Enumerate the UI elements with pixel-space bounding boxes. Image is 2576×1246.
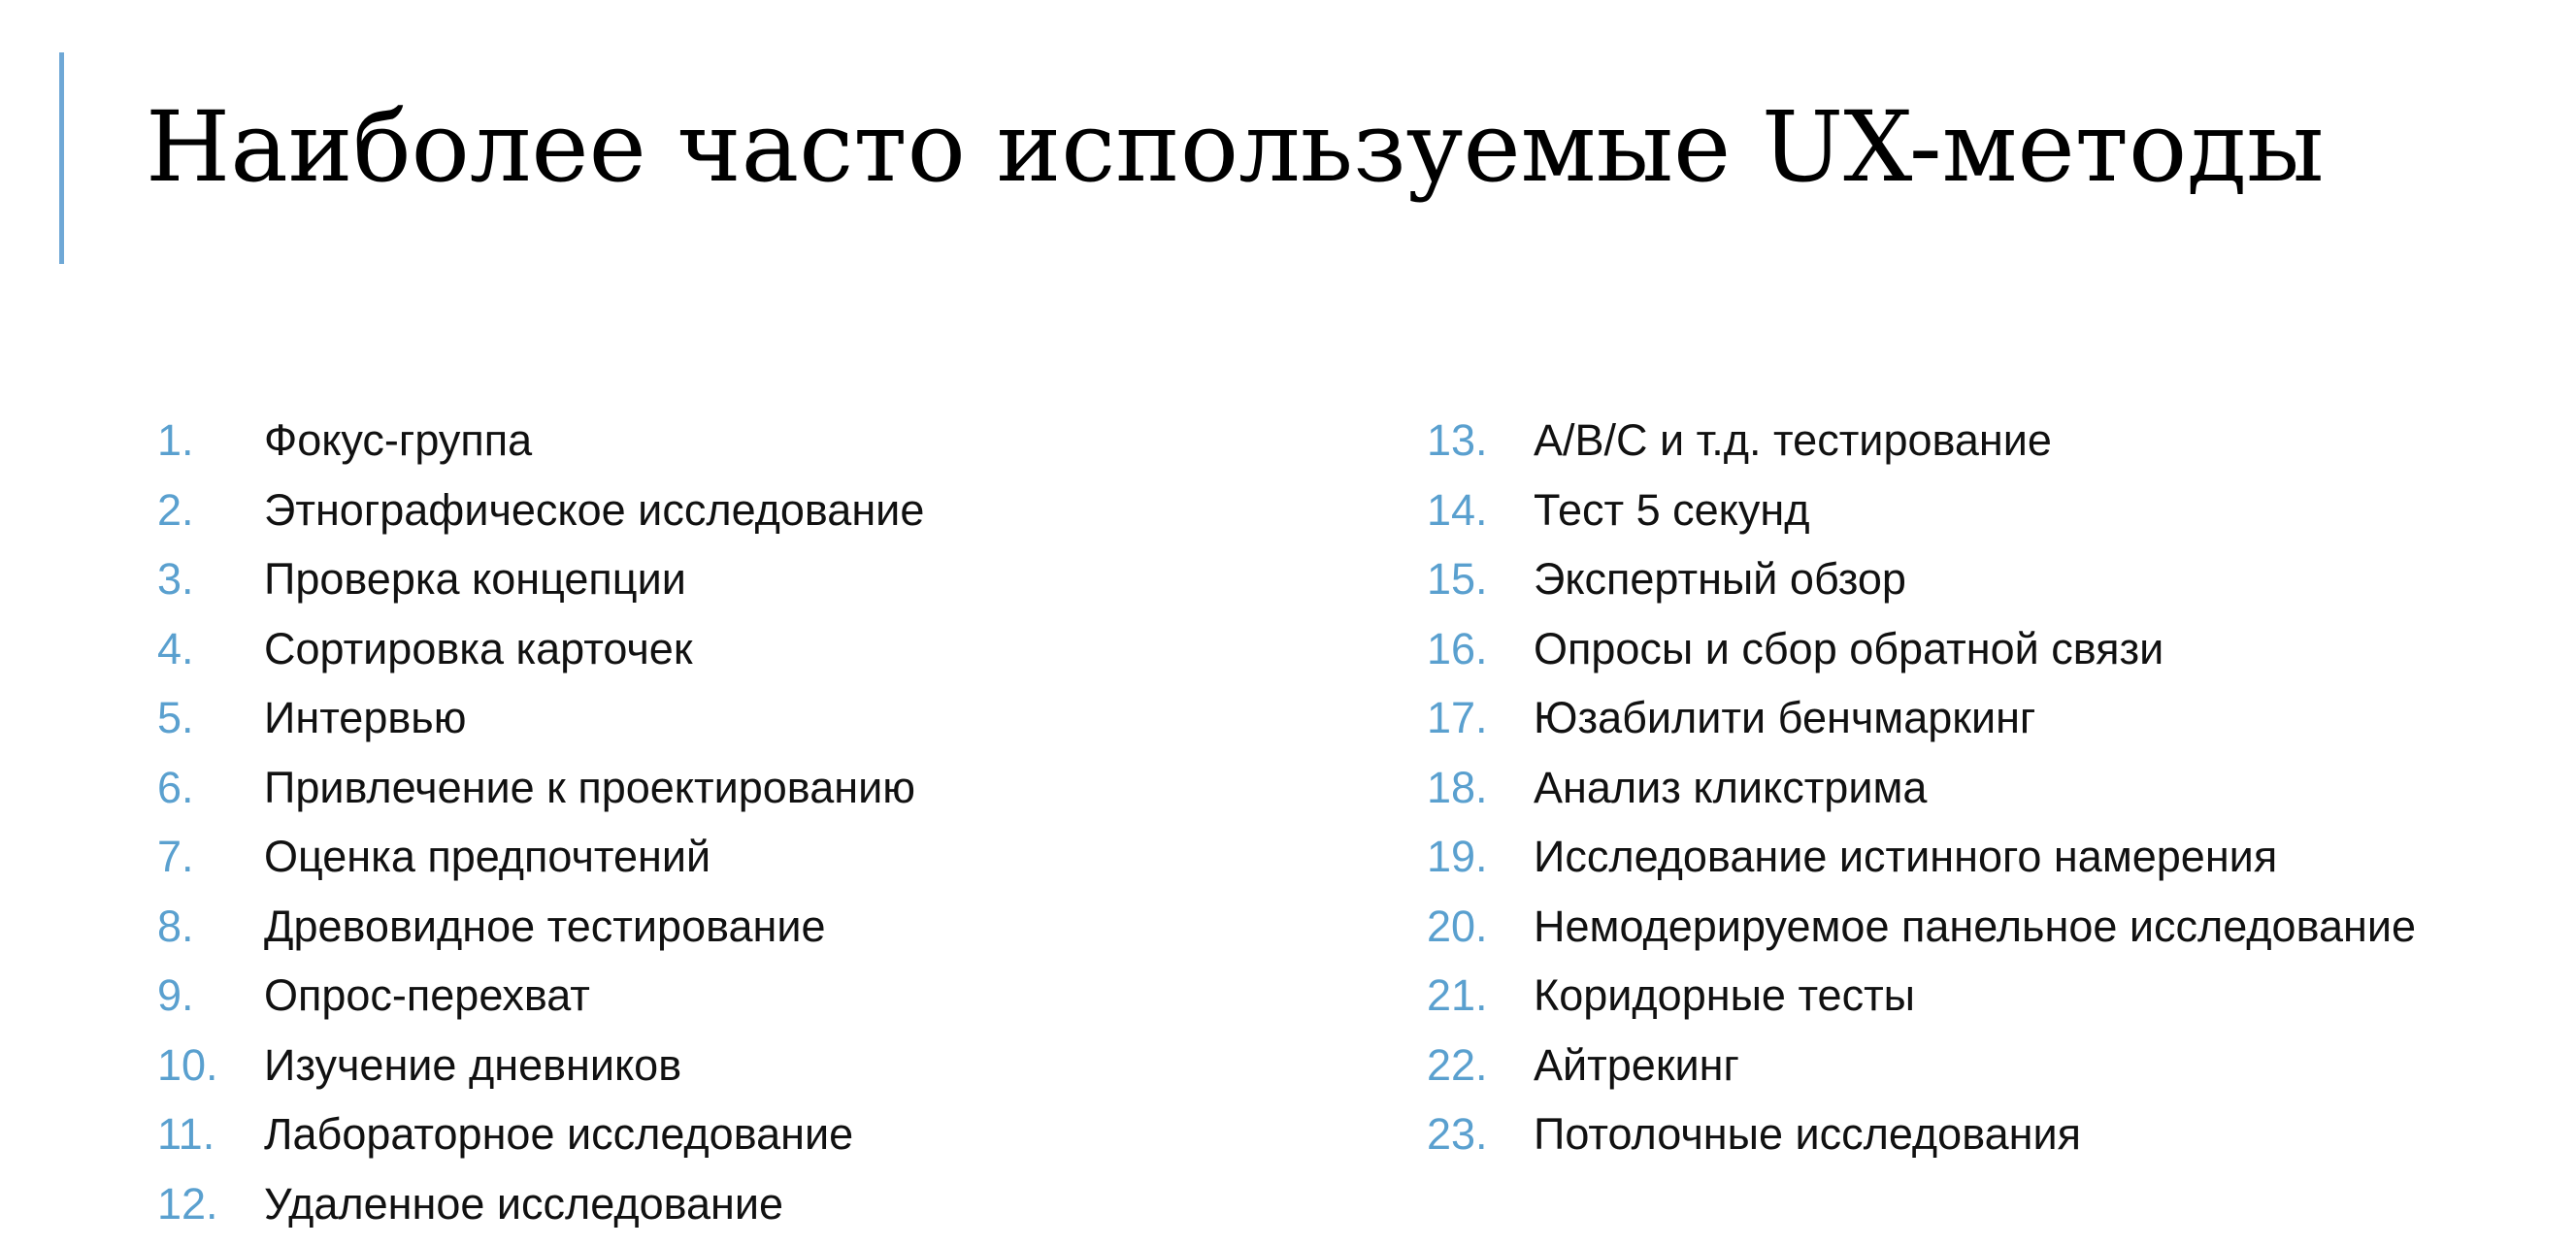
list-label: Коридорные тесты <box>1534 970 1916 1020</box>
list-number: 17. <box>1427 693 1488 742</box>
list-number: 2. <box>157 484 194 535</box>
list-label: Немодерируемое панельное исследование <box>1534 901 2417 951</box>
list-item: 12. Удаленное исследование <box>157 1169 924 1239</box>
list-number: 6. <box>157 762 194 812</box>
list-item: 19. Исследование истинного намерения <box>1427 822 2416 892</box>
list-number: 23. <box>1427 1109 1488 1159</box>
list-label: Оценка предпочтений <box>264 832 711 881</box>
list-item: 6. Привлечение к проектированию <box>157 753 924 823</box>
list-label: Сортировка карточек <box>264 623 693 673</box>
list-number: 20. <box>1427 901 1488 951</box>
title-accent-bar <box>59 52 64 264</box>
list-number: 18. <box>1427 762 1488 812</box>
list-label: Айтрекинг <box>1534 1039 1739 1090</box>
list-item: 1. Фокус-группа <box>157 406 924 475</box>
list-label: A/B/C и т.д. тестирование <box>1534 415 2052 465</box>
list-label: Проверка концепции <box>264 554 686 604</box>
list-item: 4. Сортировка карточек <box>157 614 924 684</box>
list-label: Древовидное тестирование <box>264 901 826 951</box>
list-item: 22. Айтрекинг <box>1427 1031 2416 1100</box>
list-label: Лабораторное исследование <box>264 1109 854 1159</box>
list-item: 13. A/B/C и т.д. тестирование <box>1427 406 2416 475</box>
list-number: 10. <box>157 1039 218 1090</box>
list-number: 9. <box>157 970 194 1020</box>
list-label: Исследование истинного намерения <box>1534 832 2278 881</box>
list-label: Удаленное исследование <box>264 1178 784 1229</box>
list-label: Этнографическое исследование <box>264 484 925 535</box>
list-item: 9. Опрос-перехват <box>157 961 924 1031</box>
list-label: Юзабилити бенчмаркинг <box>1534 693 2036 742</box>
list-item: 23. Потолочные исследования <box>1427 1099 2416 1169</box>
list-label: Экспертный обзор <box>1534 554 1906 604</box>
list-label: Интервью <box>264 693 467 742</box>
list-item: 2. Этнографическое исследование <box>157 475 924 545</box>
list-item: 15. Экспертный обзор <box>1427 544 2416 614</box>
list-item: 7. Оценка предпочтений <box>157 822 924 892</box>
list-number: 8. <box>157 901 194 951</box>
list-number: 1. <box>157 415 194 465</box>
list-number: 11. <box>157 1109 215 1159</box>
list-label: Изучение дневников <box>264 1039 682 1090</box>
list-label: Тест 5 секунд <box>1534 484 1810 535</box>
list-label: Потолочные исследования <box>1534 1109 2081 1159</box>
list-label: Привлечение к проектированию <box>264 762 915 812</box>
list-item: 11. Лабораторное исследование <box>157 1099 924 1169</box>
list-number: 14. <box>1427 484 1488 535</box>
list-item: 20. Немодерируемое панельное исследование <box>1427 892 2416 962</box>
list-item: 18. Анализ кликстрима <box>1427 753 2416 823</box>
list-item: 8. Древовидное тестирование <box>157 892 924 962</box>
list-number: 4. <box>157 623 194 673</box>
list-label: Анализ кликстрима <box>1534 762 1928 812</box>
list-number: 3. <box>157 554 194 604</box>
list-number: 15. <box>1427 554 1488 604</box>
list-label: Фокус-группа <box>264 415 533 465</box>
list-number: 21. <box>1427 970 1488 1020</box>
list-number: 19. <box>1427 832 1488 881</box>
list-number: 16. <box>1427 623 1488 673</box>
list-number: 5. <box>157 693 194 742</box>
list-number: 13. <box>1427 415 1488 465</box>
list-label: Опросы и сбор обратной связи <box>1534 623 2164 673</box>
list-item: 17. Юзабилити бенчмаркинг <box>1427 683 2416 753</box>
methods-list-left: 1. Фокус-группа 2. Этнографическое исследо… <box>157 406 924 1238</box>
slide-title: Наиболее часто используемые UX-методы <box>146 90 2325 204</box>
list-label: Опрос-перехват <box>264 970 590 1020</box>
list-number: 12. <box>157 1178 218 1229</box>
list-item: 5. Интервью <box>157 683 924 753</box>
list-item: 3. Проверка концепции <box>157 544 924 614</box>
list-item: 10. Изучение дневников <box>157 1031 924 1100</box>
list-item: 14. Тест 5 секунд <box>1427 475 2416 545</box>
methods-list-right: 13. A/B/C и т.д. тестирование 14. Тест 5 с… <box>1427 406 2416 1169</box>
list-number: 22. <box>1427 1039 1488 1090</box>
list-item: 21. Коридорные тесты <box>1427 961 2416 1031</box>
list-item: 16. Опросы и сбор обратной связи <box>1427 614 2416 684</box>
slide: Наиболее часто используемые UX-методы 1.… <box>0 0 2576 1246</box>
list-number: 7. <box>157 832 194 881</box>
